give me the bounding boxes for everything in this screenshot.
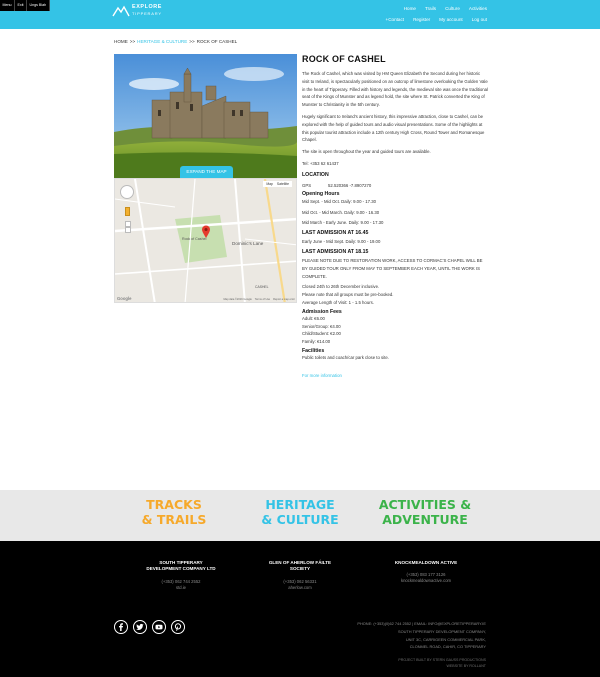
intro-paragraph: The Rock of Cashel, which was visited by…	[302, 71, 488, 108]
opening-hours-heading: Opening Hours	[302, 190, 340, 197]
closed-dates: Closed 24th to 26th December inclusive.	[302, 284, 380, 290]
gps-label: GPS	[302, 182, 312, 188]
breadcrumb-separator: >>	[189, 39, 195, 44]
contact-line: UNIT 3C, CARRIGEEN COMMERCIAL PARK,	[405, 636, 486, 642]
mountain-logo-icon	[112, 5, 130, 17]
summer-hours: Early June - Mid Sept. Daily: 9.00 - 19.…	[302, 239, 381, 245]
map-footer: Map data ©2016 Google Terms of Use Repor…	[115, 297, 296, 302]
mini-menu-item[interactable]: Ungs Blah	[27, 0, 50, 11]
mini-menu: Menu Exit Ungs Blah	[0, 0, 50, 11]
category-tracks-trails[interactable]: TRACKS & TRAILS	[119, 497, 229, 527]
partner-website[interactable]: std.ie	[126, 585, 236, 591]
partner-glen-aherlow: GLEN OF AHERLOW FÁILTE SOCIETY (+353) 06…	[245, 560, 355, 591]
hours-line: Mid Sept. - Mid Oct. Daily: 9.00 - 17.30	[302, 198, 377, 204]
partner-knockmealdown: KNOCKMEALDOWN ACTIVE (+353) 083 177 3126…	[371, 560, 481, 584]
breadcrumb-section[interactable]: HERITAGE & CULTURE	[137, 39, 187, 44]
social-links	[114, 620, 185, 634]
nav-home[interactable]: Home	[404, 6, 416, 11]
site-header: EXPLORE TIPPERARY Home Trails Culture Ac…	[0, 0, 600, 29]
fee-line: Senior/Group: €4.00	[302, 323, 341, 329]
twitter-icon[interactable]	[133, 620, 147, 634]
category-line: HERITAGE	[265, 497, 335, 512]
attraction-details: ROCK OF CASHEL The Rock of Cashel, which…	[302, 54, 488, 382]
mini-menu-item[interactable]: Exit	[15, 0, 27, 11]
nav-activities[interactable]: Activities	[469, 6, 487, 11]
fee-line: Family: €14.00	[302, 339, 331, 345]
category-line: ADVENTURE	[382, 511, 468, 527]
fee-line: Adult: €6.00	[302, 315, 325, 321]
map-label-town: CASHEL	[255, 285, 269, 289]
more-information-link[interactable]: For more information	[302, 373, 342, 378]
contact-info: PHONE: (+353)(0)62 744 2552 | EMAIL: INF…	[316, 620, 486, 651]
telephone: Tel: +353 62 61437	[302, 160, 339, 166]
nav-contact[interactable]: +Contact	[386, 17, 405, 22]
fee-line: Child/Student: €2.00	[302, 331, 341, 337]
street-view-pegman-icon[interactable]	[125, 207, 130, 216]
location-map[interactable]: Rock of Cashel Dominic's Lane CASHEL Map…	[114, 178, 297, 303]
breadcrumb-home[interactable]: HOME	[114, 39, 128, 44]
intro-paragraph-2: Hugely significant to Ireland's ancient …	[302, 113, 485, 143]
last-admission-2: LAST ADMISSION AT 18.15	[302, 248, 369, 255]
partner-website[interactable]: knockmealdownactive.com	[371, 578, 481, 584]
map-tab-map[interactable]: Map	[266, 182, 273, 186]
category-band: TRACKS & TRAILS HERITAGE & CULTURE ACTIV…	[0, 490, 600, 541]
partner-stdc: SOUTH TIPPERARY DEVELOPMENT COMPANY LTD …	[126, 560, 236, 591]
logo-text: EXPLORE TIPPERARY	[132, 5, 162, 16]
visit-length: Average Length of Visit: 1 - 1.5 hours.	[302, 299, 374, 305]
last-admission-1: LAST ADMISSION AT 16.45	[302, 230, 369, 237]
nav-trails[interactable]: Trails	[425, 6, 436, 11]
map-report-link[interactable]: Report a map error	[273, 297, 295, 302]
pinterest-icon[interactable]	[171, 620, 185, 634]
nav-log-out[interactable]: Log out	[472, 17, 487, 22]
location-heading: LOCATION	[302, 171, 329, 178]
category-line: TRACKS	[146, 497, 202, 512]
map-label-rock: Rock of Cashel	[182, 237, 207, 241]
contact-line: CLONMEL ROAD, CAHIR, CO TIPPERARY	[409, 644, 486, 650]
contact-line: SOUTH TIPPERARY DEVELOPMENT COMPANY,	[398, 628, 486, 634]
breadcrumb: HOME >> HERITAGE & CULTURE >> ROCK OF CA…	[114, 39, 237, 44]
expand-map-button[interactable]: EXPAND THE MAP	[180, 166, 233, 178]
gps-row: GPS 52.520366 -7.8907270	[302, 182, 488, 189]
facilities-text: Public toilets and coach/car park close …	[302, 354, 389, 360]
category-line: ACTIVITIES &	[378, 497, 472, 512]
youtube-icon[interactable]	[152, 620, 166, 634]
breadcrumb-current: ROCK OF CASHEL	[196, 39, 238, 44]
nav-my-account[interactable]: My account	[439, 17, 463, 22]
partners-footer: SOUTH TIPPERARY DEVELOPMENT COMPANY LTD …	[0, 541, 600, 605]
rock-of-cashel-photo	[114, 54, 297, 178]
map-tab-satellite[interactable]: Satellite	[277, 182, 289, 186]
map-label-lane: Dominic's Lane	[232, 241, 264, 246]
breadcrumb-separator: >>	[129, 39, 136, 44]
hours-line: Mid Oct. - Mid March. Daily: 9.00 - 16.3…	[302, 209, 380, 215]
zoom-out-button[interactable]	[125, 227, 131, 233]
open-note: The site is open throughout the year and…	[302, 149, 431, 155]
restoration-notice: PLEASE NOTE DUE TO RESTORATION WORK, ACC…	[302, 257, 483, 279]
primary-nav: Home Trails Culture Activities	[404, 6, 487, 11]
nav-culture[interactable]: Culture	[445, 6, 460, 11]
map-terms-link[interactable]: Terms of Use	[255, 297, 270, 302]
category-activities-adventure[interactable]: ACTIVITIES & ADVENTURE	[370, 497, 480, 527]
map-type-tabs: Map Satellite	[263, 181, 292, 187]
category-line: & CULTURE	[261, 511, 339, 527]
secondary-nav: +Contact Register My account Log out	[386, 17, 487, 22]
contact-line: PHONE: (+353)(0)62 744 2552 | EMAIL: INF…	[357, 621, 486, 626]
site-logo[interactable]: EXPLORE TIPPERARY	[112, 4, 162, 18]
credit-line[interactable]: WEBSITE BY ROLLANT	[398, 663, 486, 669]
bottom-footer: PHONE: (+353)(0)62 744 2552 | EMAIL: INF…	[0, 605, 600, 677]
category-line: & TRAILS	[141, 511, 207, 527]
page-title: ROCK OF CASHEL	[302, 54, 386, 64]
credits: PROJECT BUILT BY STERN GAUSS PRODUCTIONS…	[398, 657, 486, 669]
gps-value: 52.520366 -7.8907270	[328, 182, 372, 188]
facebook-icon[interactable]	[114, 620, 128, 634]
groups-note: Please note that all groups must be pre-…	[302, 292, 394, 298]
pan-control[interactable]	[120, 185, 134, 199]
partner-website[interactable]: aherlow.com	[245, 585, 355, 591]
map-data-credit: Map data ©2016 Google	[223, 298, 252, 301]
category-heritage-culture[interactable]: HERITAGE & CULTURE	[245, 497, 355, 527]
hours-line: Mid March - Early June. Daily: 9.00 - 17…	[302, 220, 384, 226]
nav-register[interactable]: Register	[413, 17, 430, 22]
mini-menu-item[interactable]: Menu	[0, 0, 15, 11]
logo-line2: TIPPERARY	[132, 11, 162, 16]
